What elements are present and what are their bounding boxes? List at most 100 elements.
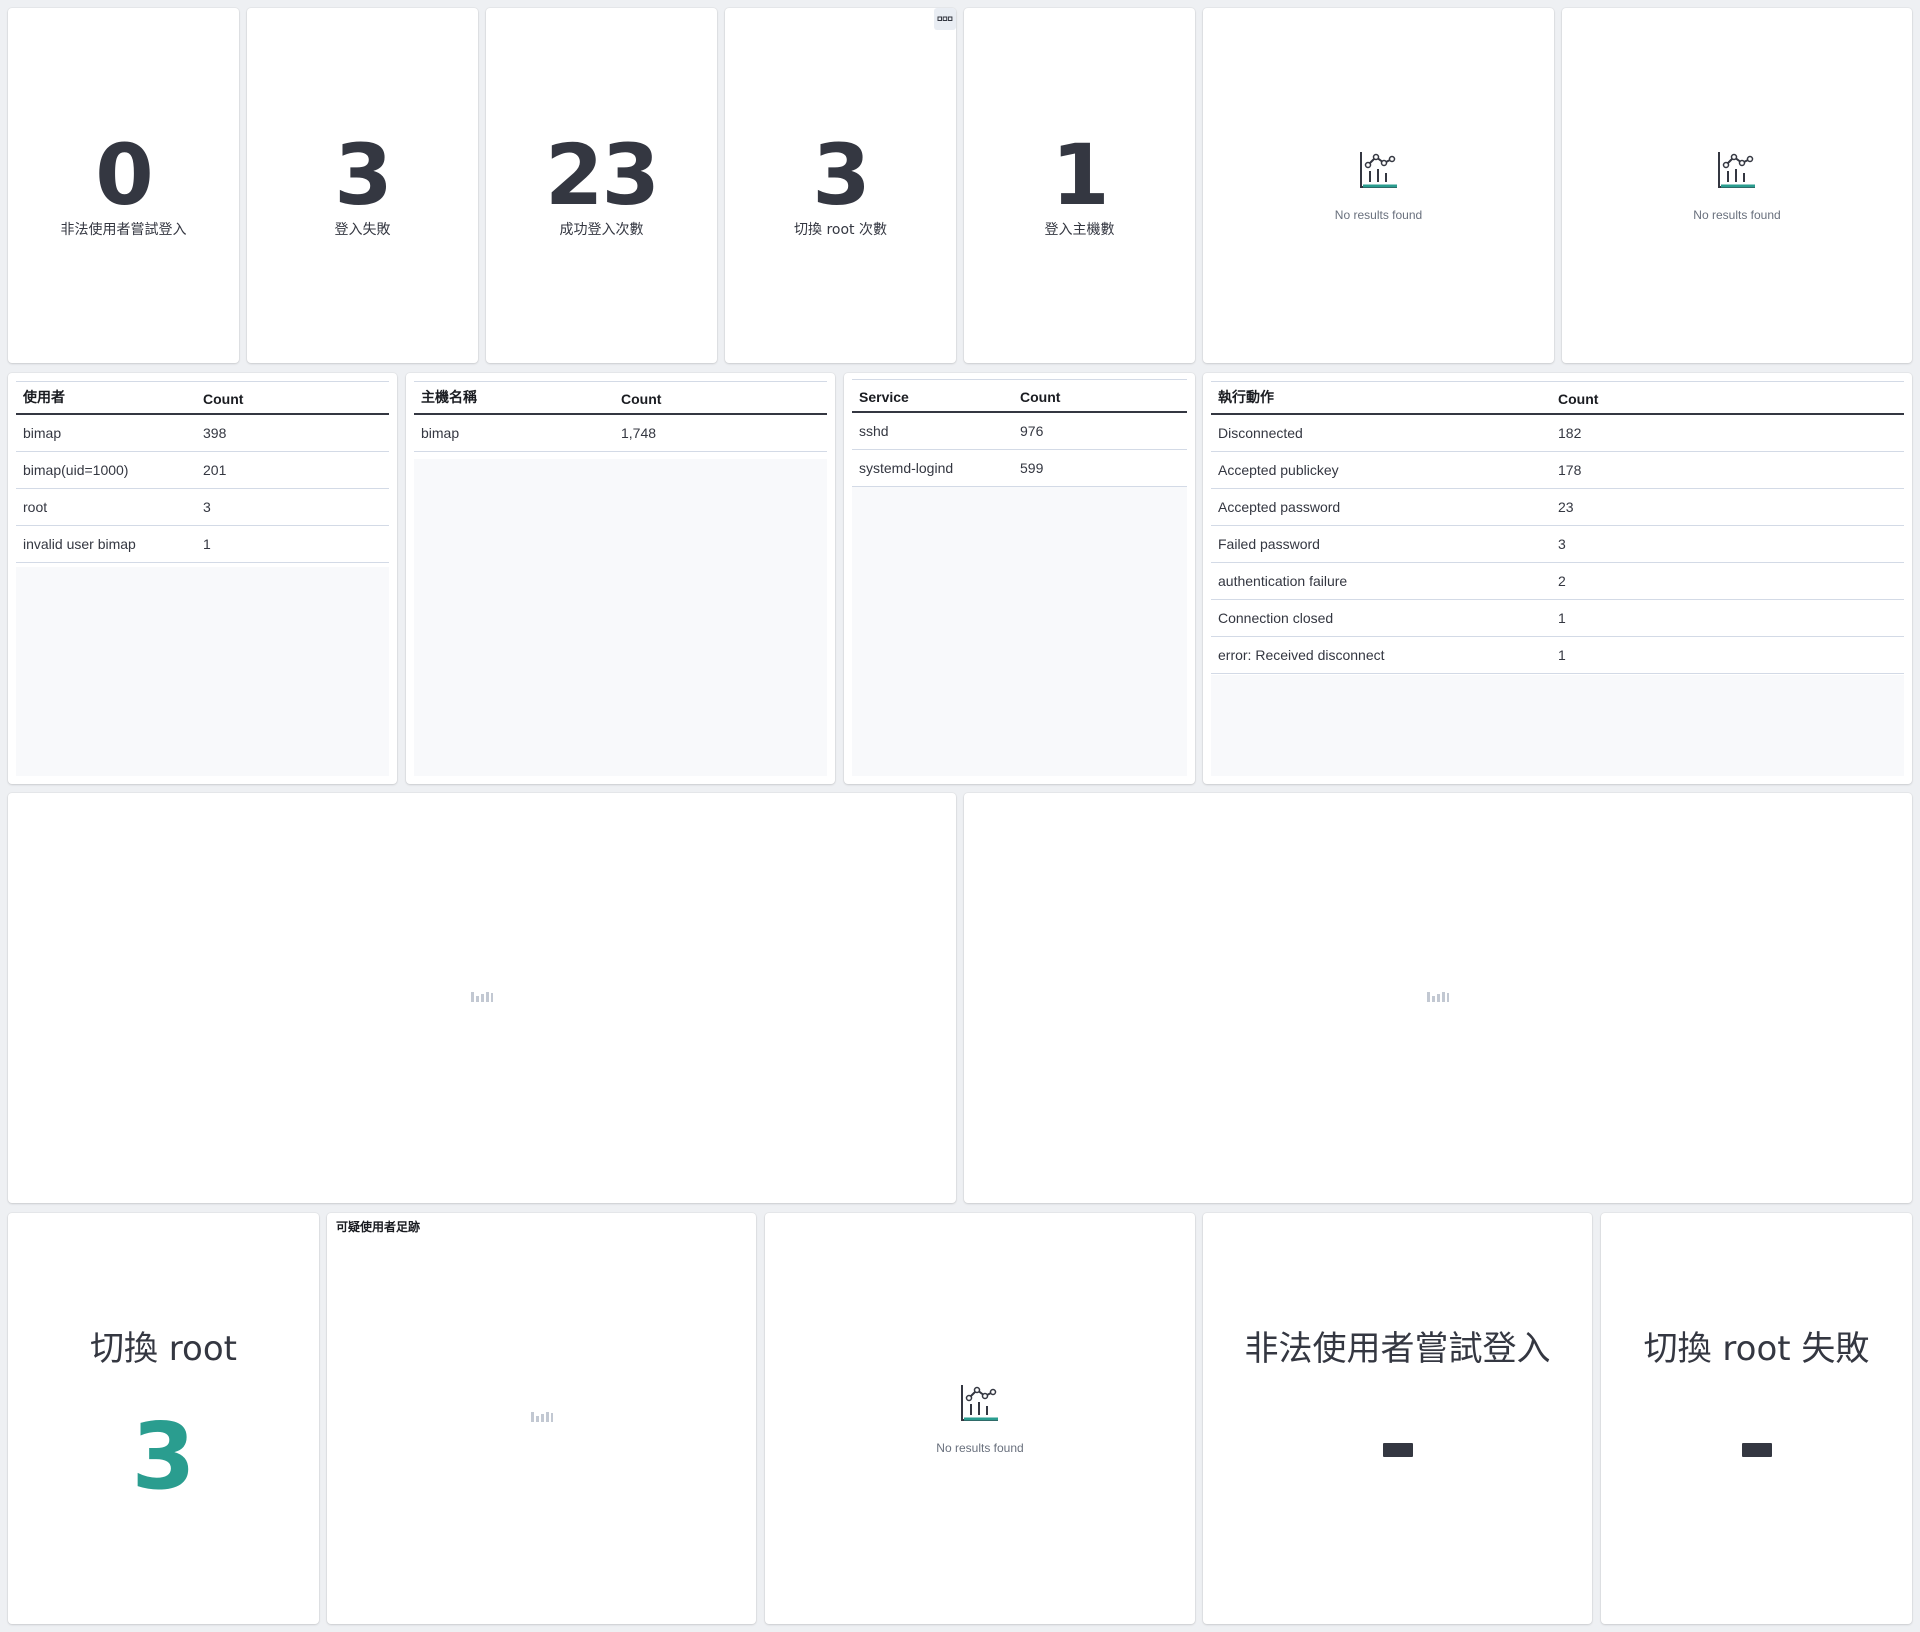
switch-root-value: 3 bbox=[131, 1403, 196, 1510]
chart-panel-loading-right bbox=[964, 793, 1912, 1203]
column-header[interactable]: Count bbox=[1020, 389, 1060, 405]
ellipsis-icon bbox=[937, 10, 953, 28]
empty-value-dash bbox=[1741, 1443, 1772, 1457]
services-table-panel: Service Count sshd 976 systemd-logind 599 bbox=[844, 373, 1195, 784]
table-header: 主機名稱 Count bbox=[414, 381, 827, 415]
services-table: Service Count sshd 976 systemd-logind 599 bbox=[852, 379, 1187, 784]
column-header[interactable]: Service bbox=[852, 389, 1020, 405]
table-cell: 182 bbox=[1558, 425, 1582, 441]
illegal-login-panel: 非法使用者嘗試登入 bbox=[1203, 1213, 1592, 1624]
actions-table: 執行動作 Count Disconnected 182 Accepted publ… bbox=[1211, 381, 1904, 784]
column-header[interactable]: Count bbox=[203, 391, 243, 407]
metric-label: 登入失敗 bbox=[334, 221, 391, 238]
table-header: 執行動作 Count bbox=[1211, 381, 1904, 415]
table-row: Failed password 3 bbox=[1211, 526, 1904, 563]
panel-heading: 切換 root bbox=[90, 1329, 237, 1369]
hosts-table: 主機名稱 Count bimap 1,748 bbox=[414, 381, 827, 784]
loading-chart-icon bbox=[1426, 989, 1450, 1008]
table-cell: 3 bbox=[203, 499, 211, 515]
table-cell: root bbox=[23, 499, 48, 515]
table-row: invalid user bimap 1 bbox=[16, 526, 389, 563]
table-cell: bimap bbox=[23, 425, 62, 441]
table-row: Accepted publickey 178 bbox=[1211, 452, 1904, 489]
table-row: authentication failure 2 bbox=[1211, 563, 1904, 600]
metric-panel-login-success: 23 成功登入次數 bbox=[486, 8, 717, 363]
metric-label: 切換 root 次數 bbox=[794, 221, 887, 238]
table-row: systemd-logind 599 bbox=[852, 450, 1187, 487]
metric-panel-illegal-login: 0 非法使用者嘗試登入 bbox=[8, 8, 239, 363]
table-cell: 599 bbox=[1020, 460, 1044, 476]
table-empty-area bbox=[414, 459, 827, 776]
table-row: bimap 398 bbox=[16, 415, 389, 452]
table-cell: 3 bbox=[1558, 536, 1566, 552]
table-header: Service Count bbox=[852, 379, 1187, 413]
empty-panel-3: No results found bbox=[765, 1213, 1195, 1624]
metric-value: 3 bbox=[812, 125, 870, 224]
empty-value-dash bbox=[1382, 1443, 1413, 1457]
panel-heading: 切換 root 失敗 bbox=[1643, 1329, 1870, 1369]
no-results-text: No results found bbox=[1693, 208, 1781, 222]
column-header[interactable]: 執行動作 bbox=[1211, 387, 1558, 407]
metric-label: 登入主機數 bbox=[1044, 221, 1115, 238]
loading-chart-icon bbox=[530, 1409, 554, 1428]
table-row: bimap 1,748 bbox=[414, 415, 827, 452]
table-cell: bimap bbox=[421, 425, 460, 441]
table-empty-area bbox=[1211, 675, 1904, 776]
table-cell: 2 bbox=[1558, 573, 1566, 589]
hosts-table-panel: 主機名稱 Count bimap 1,748 bbox=[406, 373, 835, 784]
users-table-panel: 使用者 Count bimap 398 bimap(uid=1000) 201 ro… bbox=[8, 373, 397, 784]
table-row: sshd 976 bbox=[852, 413, 1187, 450]
metric-value: 3 bbox=[334, 125, 392, 224]
panel-options-button[interactable] bbox=[934, 8, 956, 30]
visualize-app-icon bbox=[959, 1382, 1001, 1429]
metric-panel-switch-root: 3 切換 root 次數 bbox=[725, 8, 956, 363]
no-results-text: No results found bbox=[936, 1441, 1024, 1455]
table-cell: Failed password bbox=[1218, 536, 1320, 552]
chart-panel-loading-left bbox=[8, 793, 956, 1203]
table-row: Connection closed 1 bbox=[1211, 600, 1904, 637]
table-cell: authentication failure bbox=[1218, 573, 1348, 589]
metric-value: 1 bbox=[1051, 125, 1109, 224]
column-header[interactable]: 主機名稱 bbox=[414, 387, 621, 407]
table-cell: 1 bbox=[203, 536, 211, 552]
table-header: 使用者 Count bbox=[16, 381, 389, 415]
table-cell: 1 bbox=[1558, 610, 1566, 626]
column-header[interactable]: Count bbox=[621, 391, 661, 407]
table-cell: systemd-logind bbox=[859, 460, 954, 476]
table-cell: 398 bbox=[203, 425, 227, 441]
suspicious-user-panel: 可疑使用者足跡 bbox=[327, 1213, 756, 1624]
metric-value: 0 bbox=[95, 125, 153, 224]
table-cell: 201 bbox=[203, 462, 227, 478]
table-cell: error: Received disconnect bbox=[1218, 647, 1385, 663]
metric-panel-login-failed: 3 登入失敗 bbox=[247, 8, 478, 363]
metric-label: 非法使用者嘗試登入 bbox=[60, 221, 187, 238]
panel-heading: 非法使用者嘗試登入 bbox=[1244, 1329, 1551, 1369]
table-cell: 178 bbox=[1558, 462, 1582, 478]
table-cell: Accepted password bbox=[1218, 499, 1341, 515]
table-row: root 3 bbox=[16, 489, 389, 526]
metric-value: 23 bbox=[545, 125, 660, 224]
panel-title: 可疑使用者足跡 bbox=[336, 1220, 421, 1234]
table-empty-area bbox=[16, 567, 389, 776]
no-results-text: No results found bbox=[1334, 208, 1423, 222]
table-cell: bimap(uid=1000) bbox=[23, 462, 129, 478]
loading-chart-icon bbox=[470, 989, 494, 1008]
metric-label: 成功登入次數 bbox=[559, 221, 644, 238]
table-cell: Accepted publickey bbox=[1218, 462, 1339, 478]
empty-panel-2: No results found bbox=[1562, 8, 1912, 363]
table-row: Disconnected 182 bbox=[1211, 415, 1904, 452]
table-empty-area bbox=[852, 487, 1187, 776]
empty-panel-1: No results found bbox=[1203, 8, 1554, 363]
switch-root-panel: 切換 root 3 bbox=[8, 1213, 319, 1624]
visualize-app-icon bbox=[1716, 149, 1758, 196]
users-table: 使用者 Count bimap 398 bimap(uid=1000) 201 ro… bbox=[16, 381, 389, 784]
table-cell: 1 bbox=[1558, 647, 1566, 663]
column-header[interactable]: 使用者 bbox=[16, 387, 203, 407]
table-row: Accepted password 23 bbox=[1211, 489, 1904, 526]
column-header[interactable]: Count bbox=[1558, 391, 1598, 407]
table-cell: 1,748 bbox=[621, 425, 657, 441]
visualize-app-icon bbox=[1358, 149, 1400, 196]
actions-table-panel: 執行動作 Count Disconnected 182 Accepted publ… bbox=[1203, 373, 1912, 784]
table-row: error: Received disconnect 1 bbox=[1211, 637, 1904, 674]
metric-panel-host-count: 1 登入主機數 bbox=[964, 8, 1195, 363]
